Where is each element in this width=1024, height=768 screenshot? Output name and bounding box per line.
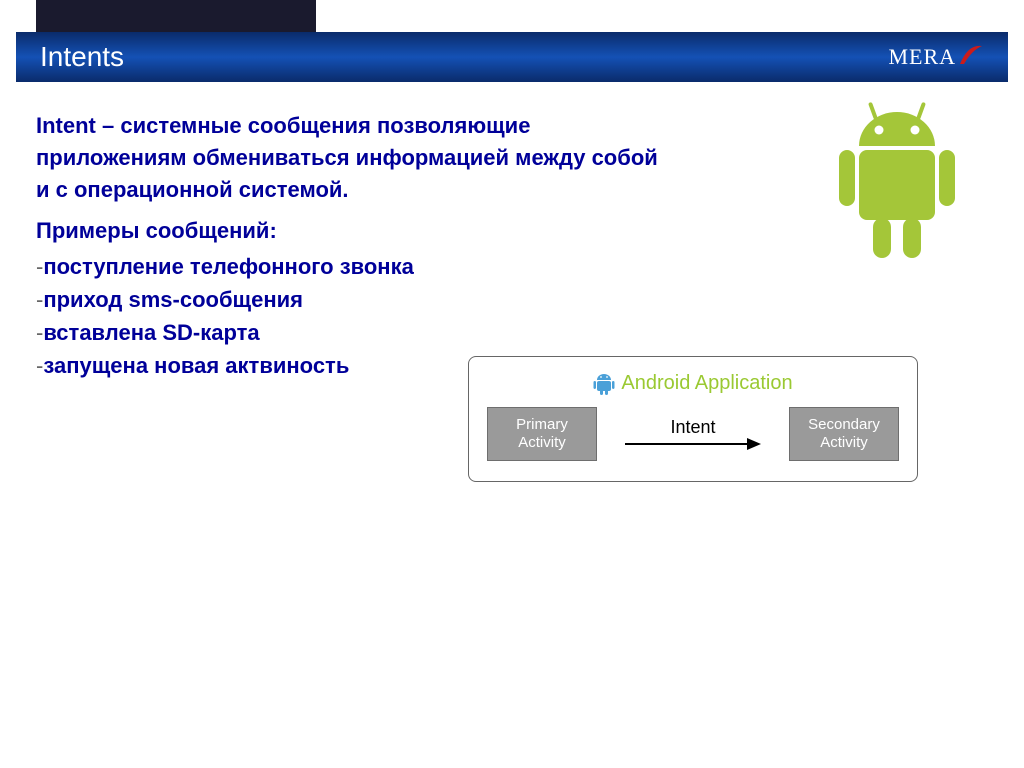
diagram-title: Android Application [487, 371, 899, 395]
title-bar: Intents MERA [16, 32, 1008, 82]
slide-title: Intents [40, 41, 124, 73]
intent-diagram: Android Application Primary Activity Int… [468, 356, 918, 482]
list-item: -вставлена SD-карта [36, 316, 988, 349]
list-item: -поступление телефонного звонка [36, 250, 988, 283]
examples-heading: Примеры сообщений: [36, 218, 988, 244]
mera-swoosh-icon [958, 42, 984, 72]
diagram-title-text: Android Application [621, 372, 792, 395]
mera-logo-text: MERA [888, 44, 956, 70]
top-stripe [36, 0, 316, 32]
android-small-icon [593, 371, 615, 395]
slide-content: Intent – системные сообщения позволяющие… [36, 110, 988, 382]
arrow-label: Intent [670, 417, 715, 438]
mera-logo: MERA [888, 42, 984, 72]
primary-activity-box: Primary Activity [487, 407, 597, 461]
intro-text: Intent – системные сообщения позволяющие… [36, 110, 676, 206]
diagram-row: Primary Activity Intent Secondary Activi… [487, 407, 899, 461]
list-item: -приход sms-сообщения [36, 283, 988, 316]
secondary-activity-box: Secondary Activity [789, 407, 899, 461]
intent-arrow: Intent [603, 417, 783, 452]
